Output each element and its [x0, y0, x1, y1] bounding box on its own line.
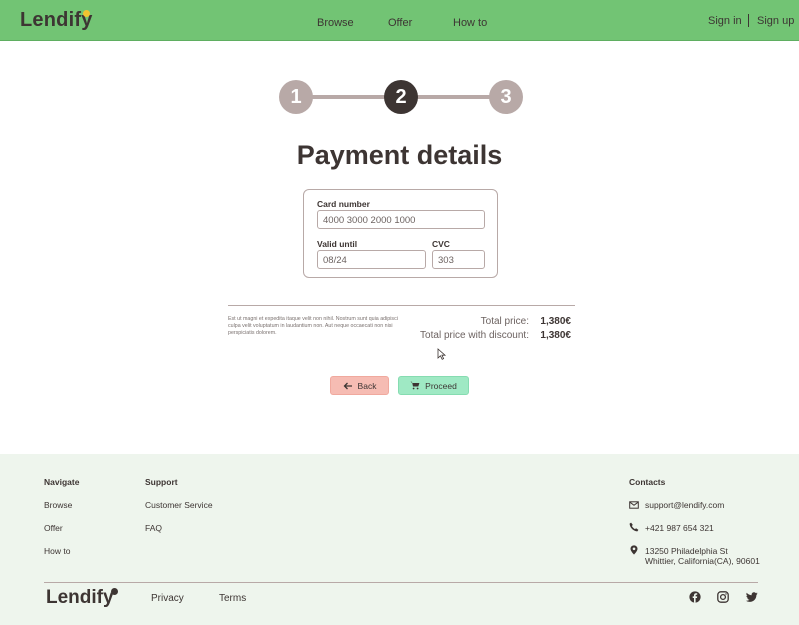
total-price-label: Total price: — [480, 316, 529, 327]
logo-accent-dot — [83, 10, 90, 17]
total-price-value: 1,380€ — [540, 316, 571, 327]
contact-email[interactable]: support@lendify.com — [645, 500, 724, 510]
discount-price-value: 1,380€ — [540, 330, 571, 341]
instagram-icon[interactable] — [717, 591, 729, 603]
page-footer: Navigate Browse Offer How to Support Cus… — [0, 454, 799, 625]
phone-icon — [629, 522, 639, 532]
cvc-input[interactable]: 303 — [432, 250, 485, 269]
nav-browse[interactable]: Browse — [317, 17, 354, 29]
footer-link-customer-service[interactable]: Customer Service — [145, 500, 213, 510]
mouse-cursor-icon — [437, 348, 447, 360]
page-title: Payment details — [296, 140, 503, 170]
footer-navigate-heading: Navigate — [44, 477, 80, 487]
proceed-button-label: Proceed — [425, 380, 457, 391]
footer-link-browse[interactable]: Browse — [44, 500, 72, 510]
footer-contacts-heading: Contacts — [629, 477, 666, 487]
location-pin-icon — [630, 545, 638, 555]
valid-until-input[interactable]: 08/24 — [317, 250, 426, 269]
step-1: 1 — [279, 80, 313, 114]
footer-link-faq[interactable]: FAQ — [145, 523, 162, 533]
footer-support-heading: Support — [145, 477, 178, 487]
footer-logo-dot — [111, 588, 118, 595]
fine-print: Est ut magni et expedita itaque velit no… — [228, 316, 398, 336]
proceed-button[interactable]: Proceed — [398, 376, 469, 395]
mail-icon — [629, 501, 639, 509]
header-logo[interactable]: Lendify — [20, 9, 93, 32]
footer-logo[interactable]: Lendify — [46, 587, 114, 609]
contact-address-line-1: 13250 Philadelphia St — [645, 546, 728, 556]
cart-icon — [410, 381, 420, 390]
arrow-left-icon — [343, 382, 352, 389]
back-button[interactable]: Back — [330, 376, 389, 395]
contact-phone[interactable]: +421 987 654 321 — [645, 523, 714, 533]
discount-price-label: Total price with discount: — [420, 330, 529, 341]
back-button-label: Back — [357, 380, 377, 391]
step-3: 3 — [489, 80, 523, 114]
card-number-label: Card number — [317, 199, 370, 209]
discount-price-row: Total price with discount: 1,380€ — [420, 330, 571, 341]
cvc-label: CVC — [432, 239, 450, 249]
footer-divider — [44, 582, 758, 583]
footer-terms-link[interactable]: Terms — [219, 593, 246, 604]
twitter-icon[interactable] — [746, 591, 758, 603]
summary-divider — [228, 305, 575, 306]
card-number-input[interactable]: 4000 3000 2000 1000 — [317, 210, 485, 229]
sign-up-link[interactable]: Sign up — [757, 15, 794, 27]
footer-link-how-to[interactable]: How to — [44, 546, 70, 556]
sign-in-link[interactable]: Sign in — [708, 15, 742, 27]
contact-address-line-2: Whittier, California(CA), 90601 — [645, 556, 760, 566]
payment-form: Card number 4000 3000 2000 1000 Valid un… — [303, 189, 498, 278]
auth-separator — [748, 14, 749, 27]
nav-how-to[interactable]: How to — [453, 17, 487, 29]
valid-until-label: Valid until — [317, 239, 358, 249]
top-header: Lendify Browse Offer How to Sign in Sign… — [0, 0, 799, 41]
total-price-row: Total price: 1,380€ — [481, 316, 571, 327]
nav-offer[interactable]: Offer — [388, 17, 412, 29]
step-2-active: 2 — [384, 80, 418, 114]
footer-link-offer[interactable]: Offer — [44, 523, 63, 533]
facebook-icon[interactable] — [689, 591, 701, 603]
footer-privacy-link[interactable]: Privacy — [151, 593, 184, 604]
